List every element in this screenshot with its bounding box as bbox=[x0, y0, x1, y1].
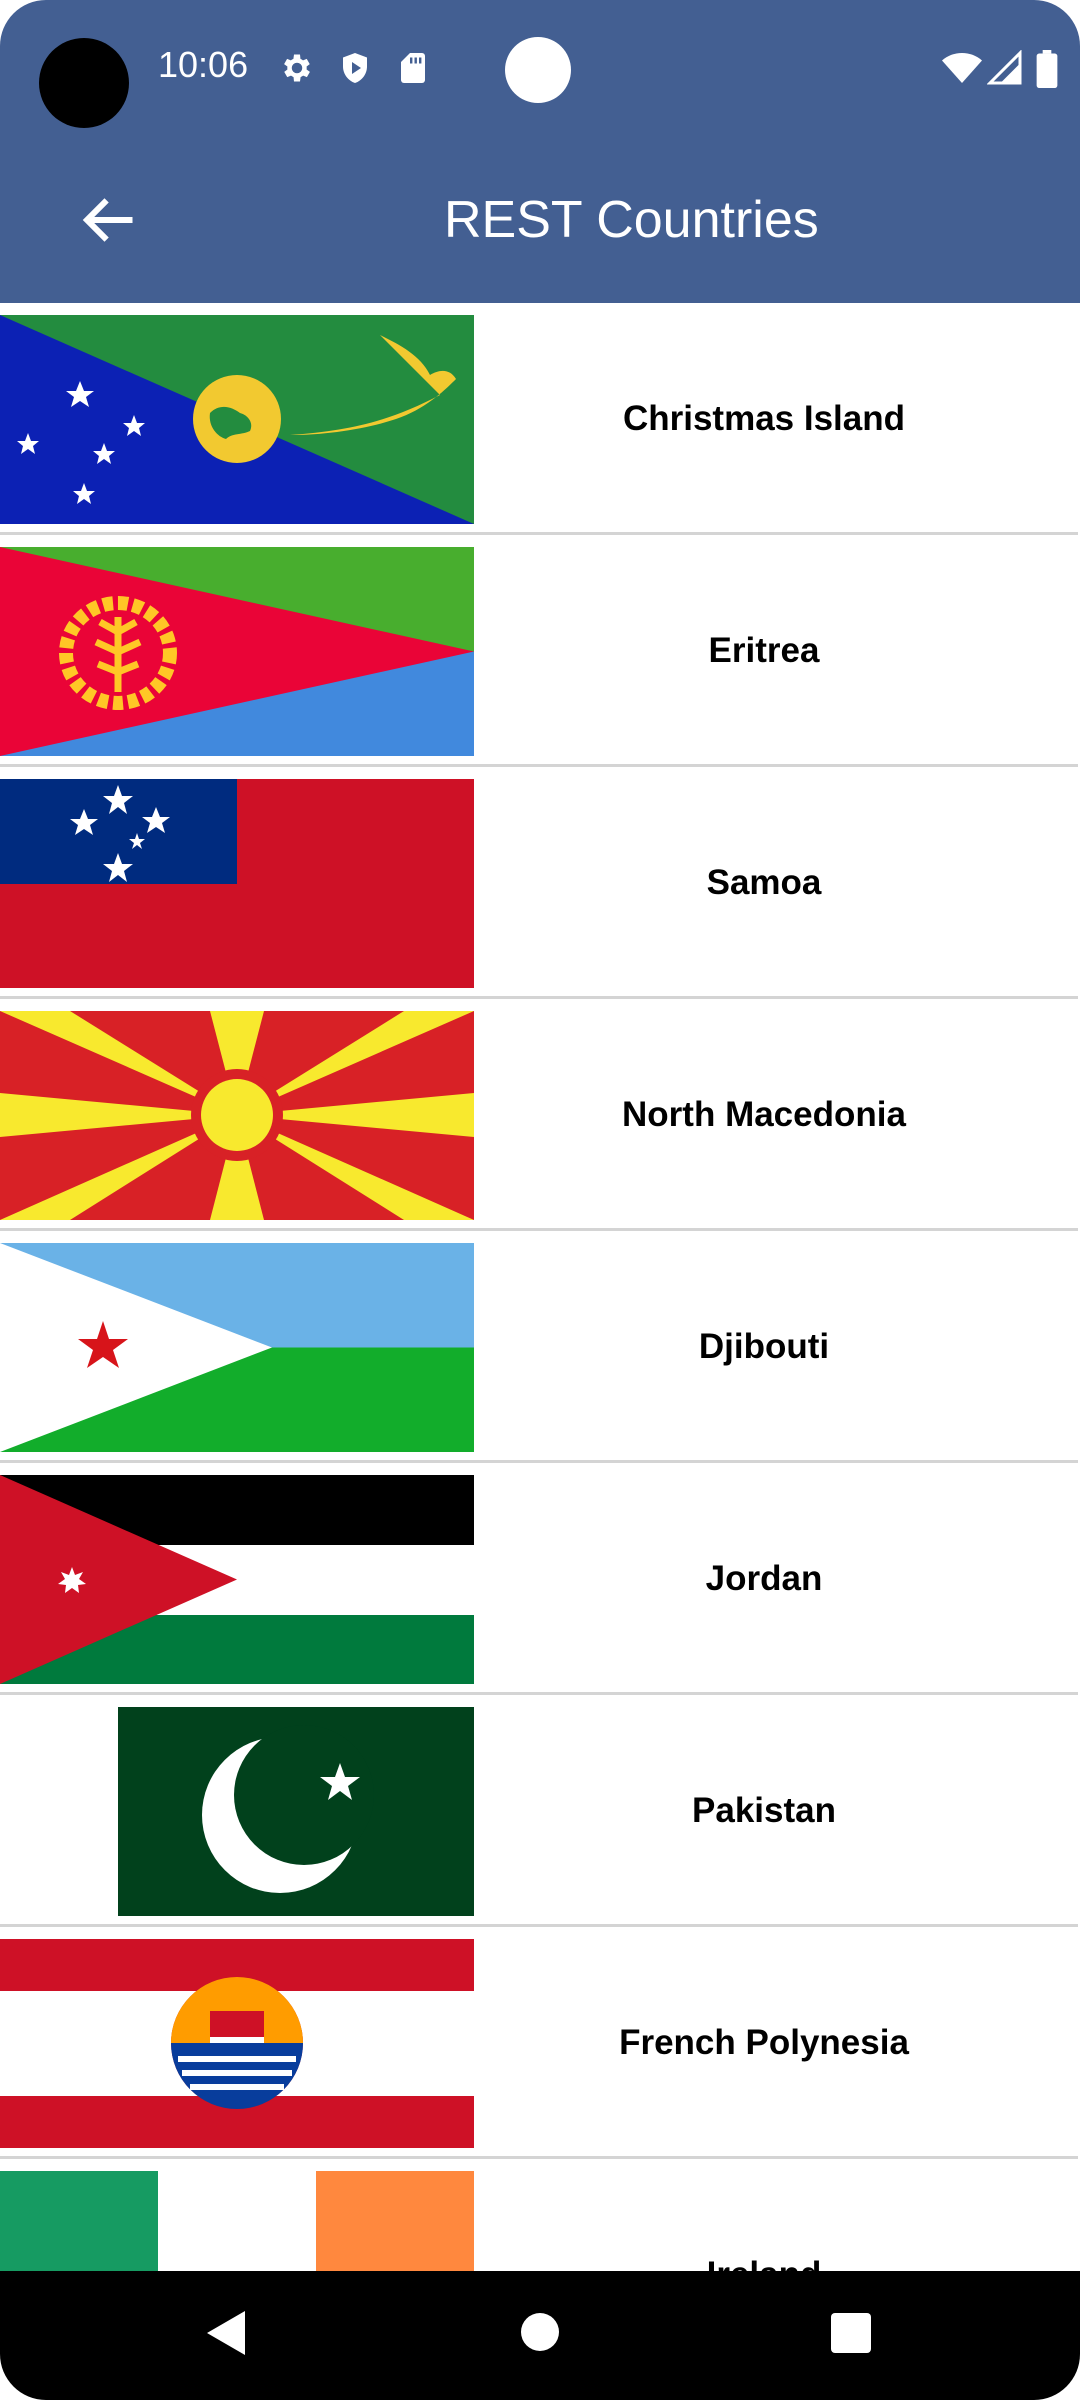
nav-back-icon[interactable] bbox=[205, 2309, 249, 2357]
list-item[interactable]: Jordan bbox=[0, 1463, 1078, 1695]
flag-image bbox=[0, 1707, 474, 1916]
flag-image bbox=[0, 315, 474, 524]
list-item[interactable]: Samoa bbox=[0, 767, 1078, 999]
country-name: Jordan bbox=[705, 1559, 823, 1598]
camera-cutout bbox=[39, 38, 129, 128]
status-time: 10:06 bbox=[158, 44, 249, 85]
flag-image bbox=[0, 1243, 474, 1452]
nav-recents-icon[interactable] bbox=[831, 2313, 871, 2353]
country-list[interactable]: Christmas Island Eritrea Samoa North Mac… bbox=[0, 303, 1080, 2271]
flag-image bbox=[0, 2171, 474, 2271]
flag-image bbox=[0, 1939, 474, 2148]
signal-icon bbox=[987, 50, 1022, 85]
shield-icon bbox=[343, 53, 367, 83]
page-title: REST Countries bbox=[444, 191, 819, 249]
list-item[interactable]: French Polynesia bbox=[0, 1927, 1078, 2159]
country-name: Pakistan bbox=[692, 1791, 836, 1830]
list-item[interactable]: North Macedonia bbox=[0, 999, 1078, 1231]
status-indicator-dot bbox=[505, 37, 571, 103]
flag-image bbox=[0, 1011, 474, 1220]
settings-icon bbox=[284, 54, 310, 82]
flag-image bbox=[0, 1475, 474, 1684]
list-item[interactable]: Eritrea bbox=[0, 535, 1078, 767]
country-name: North Macedonia bbox=[622, 1095, 906, 1134]
wifi-icon bbox=[942, 53, 982, 83]
list-item[interactable]: Pakistan bbox=[0, 1695, 1078, 1927]
battery-icon bbox=[1036, 50, 1058, 88]
country-name: Eritrea bbox=[708, 631, 820, 670]
country-name: Ireland bbox=[474, 2159, 1054, 2271]
flag-image bbox=[0, 547, 474, 756]
nav-home-icon[interactable] bbox=[521, 2313, 559, 2351]
app-bar: 10:06 REST Countries bbox=[0, 0, 1080, 303]
sd-card-icon bbox=[401, 53, 425, 83]
flag-image bbox=[0, 779, 474, 988]
country-name: Samoa bbox=[706, 863, 822, 902]
country-name: Djibouti bbox=[698, 1327, 830, 1366]
back-arrow-icon[interactable] bbox=[72, 190, 142, 250]
country-name: Christmas Island bbox=[622, 399, 906, 438]
country-name: French Polynesia bbox=[619, 2023, 909, 2062]
list-item[interactable]: Ireland bbox=[0, 2159, 1078, 2271]
system-navigation-bar bbox=[0, 2271, 1080, 2400]
list-item[interactable]: Djibouti bbox=[0, 1231, 1078, 1463]
list-item[interactable]: Christmas Island bbox=[0, 303, 1078, 535]
